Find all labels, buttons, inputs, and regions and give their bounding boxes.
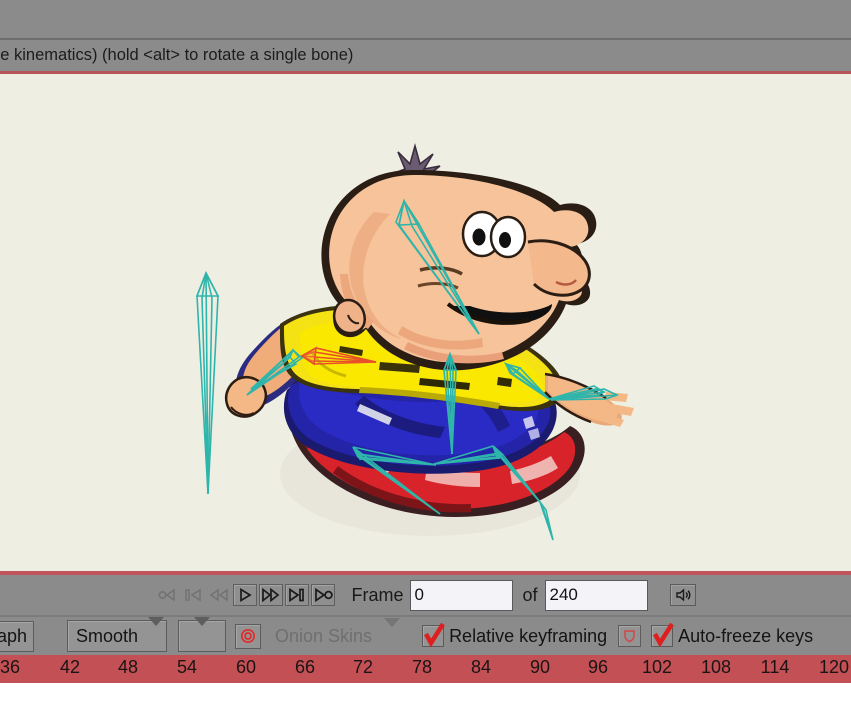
onion-skins-chevron-down-icon[interactable] <box>384 618 401 645</box>
play-button[interactable] <box>233 584 258 606</box>
top-toolbar-area <box>0 0 851 38</box>
play-loop-button[interactable] <box>311 584 336 606</box>
bone-root <box>195 271 220 495</box>
shield-icon[interactable] <box>618 625 642 647</box>
timeline-tick: 108 <box>700 657 732 677</box>
frame-label: Frame <box>351 584 404 605</box>
onion-skins-label: Onion Skins <box>275 625 373 646</box>
chevron-down-icon <box>148 616 165 647</box>
hint-bar: se kinematics) (hold <alt> to rotate a s… <box>0 40 851 71</box>
page-bottom-fill <box>0 683 851 728</box>
auto-freeze-keys-checkbox[interactable]: Auto-freeze keys <box>651 622 814 647</box>
checkbox-box <box>651 622 675 647</box>
secondary-dropdown[interactable] <box>178 616 226 652</box>
red-circle-icon[interactable] <box>235 623 261 649</box>
timeline-tick: 72 <box>352 657 374 677</box>
timeline-tick: 96 <box>587 657 609 677</box>
interpolation-value: Smooth <box>76 625 139 646</box>
relative-keyframing-label: Relative keyframing <box>449 625 608 646</box>
hint-text: se kinematics) (hold <alt> to rotate a s… <box>0 46 354 64</box>
timeline-tick: 48 <box>117 657 139 677</box>
timeline-tick: 42 <box>59 657 81 677</box>
timeline-ruler[interactable]: 3642485460667278849096102108114120126132… <box>0 655 851 683</box>
auto-freeze-keys-label: Auto-freeze keys <box>678 625 814 646</box>
speaker-icon[interactable] <box>669 584 696 606</box>
checkbox-box <box>422 622 445 647</box>
fast-forward-button[interactable] <box>259 584 284 606</box>
frame-input[interactable]: 0 <box>409 579 513 611</box>
character-artwork <box>224 143 634 536</box>
application-window: se kinematics) (hold <alt> to rotate a s… <box>0 0 851 728</box>
timeline-tick: 78 <box>411 657 433 677</box>
relative-keyframing-checkbox[interactable]: Relative keyframing <box>422 622 608 647</box>
timeline-tick: 120 <box>818 657 850 677</box>
timeline-tick: 54 <box>176 657 198 677</box>
total-frames-input[interactable]: 240 <box>544 579 648 611</box>
chevron-down-icon <box>194 616 210 647</box>
playback-toolbar: Frame 0 of 240 <box>0 575 851 615</box>
go-to-start-button[interactable] <box>155 584 179 606</box>
interpolation-dropdown[interactable]: Smooth <box>67 616 167 652</box>
options-toolbar: aph Smooth Onion Skins Relative keyframi… <box>0 616 851 655</box>
timeline-tick: 60 <box>235 657 257 677</box>
graph-button[interactable]: aph <box>0 621 34 652</box>
of-label: of <box>522 584 538 605</box>
animation-canvas[interactable] <box>0 74 851 571</box>
timeline-tick: 90 <box>529 657 551 677</box>
timeline-tick: 36 <box>0 657 21 677</box>
timeline-tick: 66 <box>294 657 316 677</box>
timeline-tick: 102 <box>641 657 673 677</box>
previous-keyframe-button[interactable] <box>181 584 205 606</box>
timeline-tick: 84 <box>470 657 492 677</box>
step-back-button[interactable] <box>207 584 231 606</box>
timeline-tick: 114 <box>760 657 790 677</box>
next-keyframe-button[interactable] <box>285 584 310 606</box>
